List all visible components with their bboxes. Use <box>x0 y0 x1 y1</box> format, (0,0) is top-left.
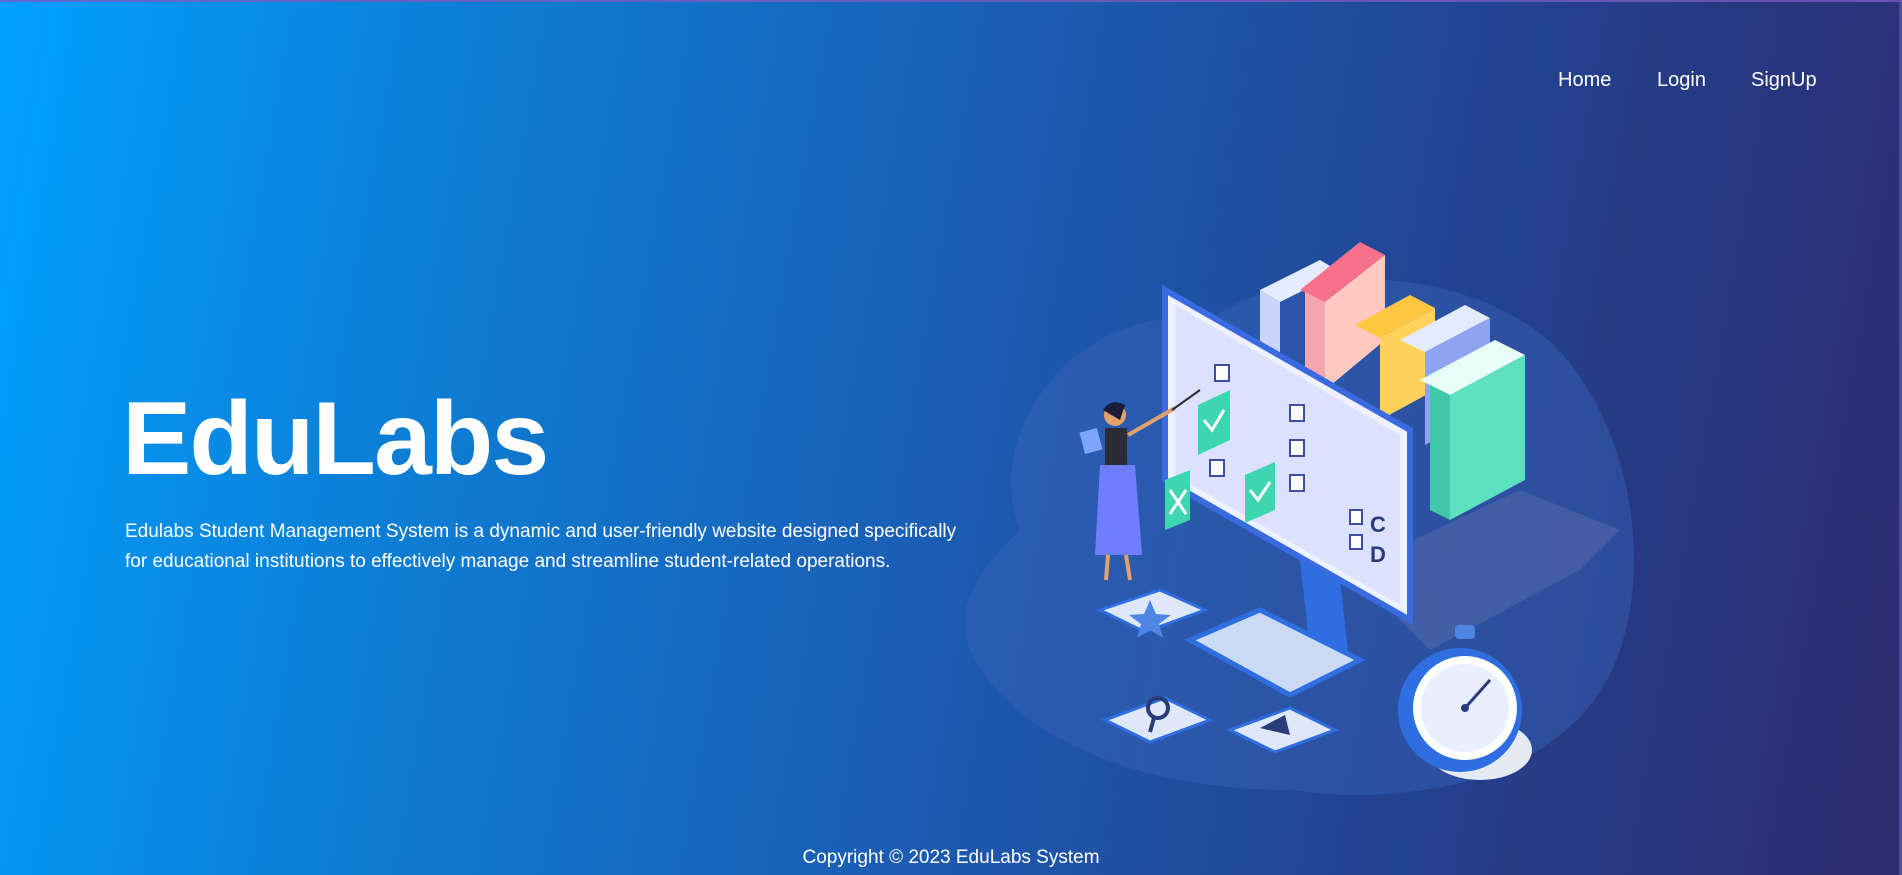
option-letter-d: D <box>1370 542 1386 567</box>
nav-home-link[interactable]: Home <box>1558 66 1638 94</box>
option-letter-c: C <box>1370 512 1386 537</box>
top-border <box>0 0 1902 2</box>
landing-page: Home Login SignUp EduLabs Edulabs Studen… <box>0 0 1902 875</box>
nav-login-link[interactable]: Login <box>1657 66 1737 94</box>
education-illustration-icon: C D <box>964 242 1634 795</box>
footer-copyright: Copyright © 2023 EduLabs System <box>802 847 1100 868</box>
hero-title: EduLabs <box>122 381 549 497</box>
nav-signup-link[interactable]: SignUp <box>1751 66 1841 94</box>
hero-description: Edulabs Student Management System is a d… <box>125 521 957 572</box>
